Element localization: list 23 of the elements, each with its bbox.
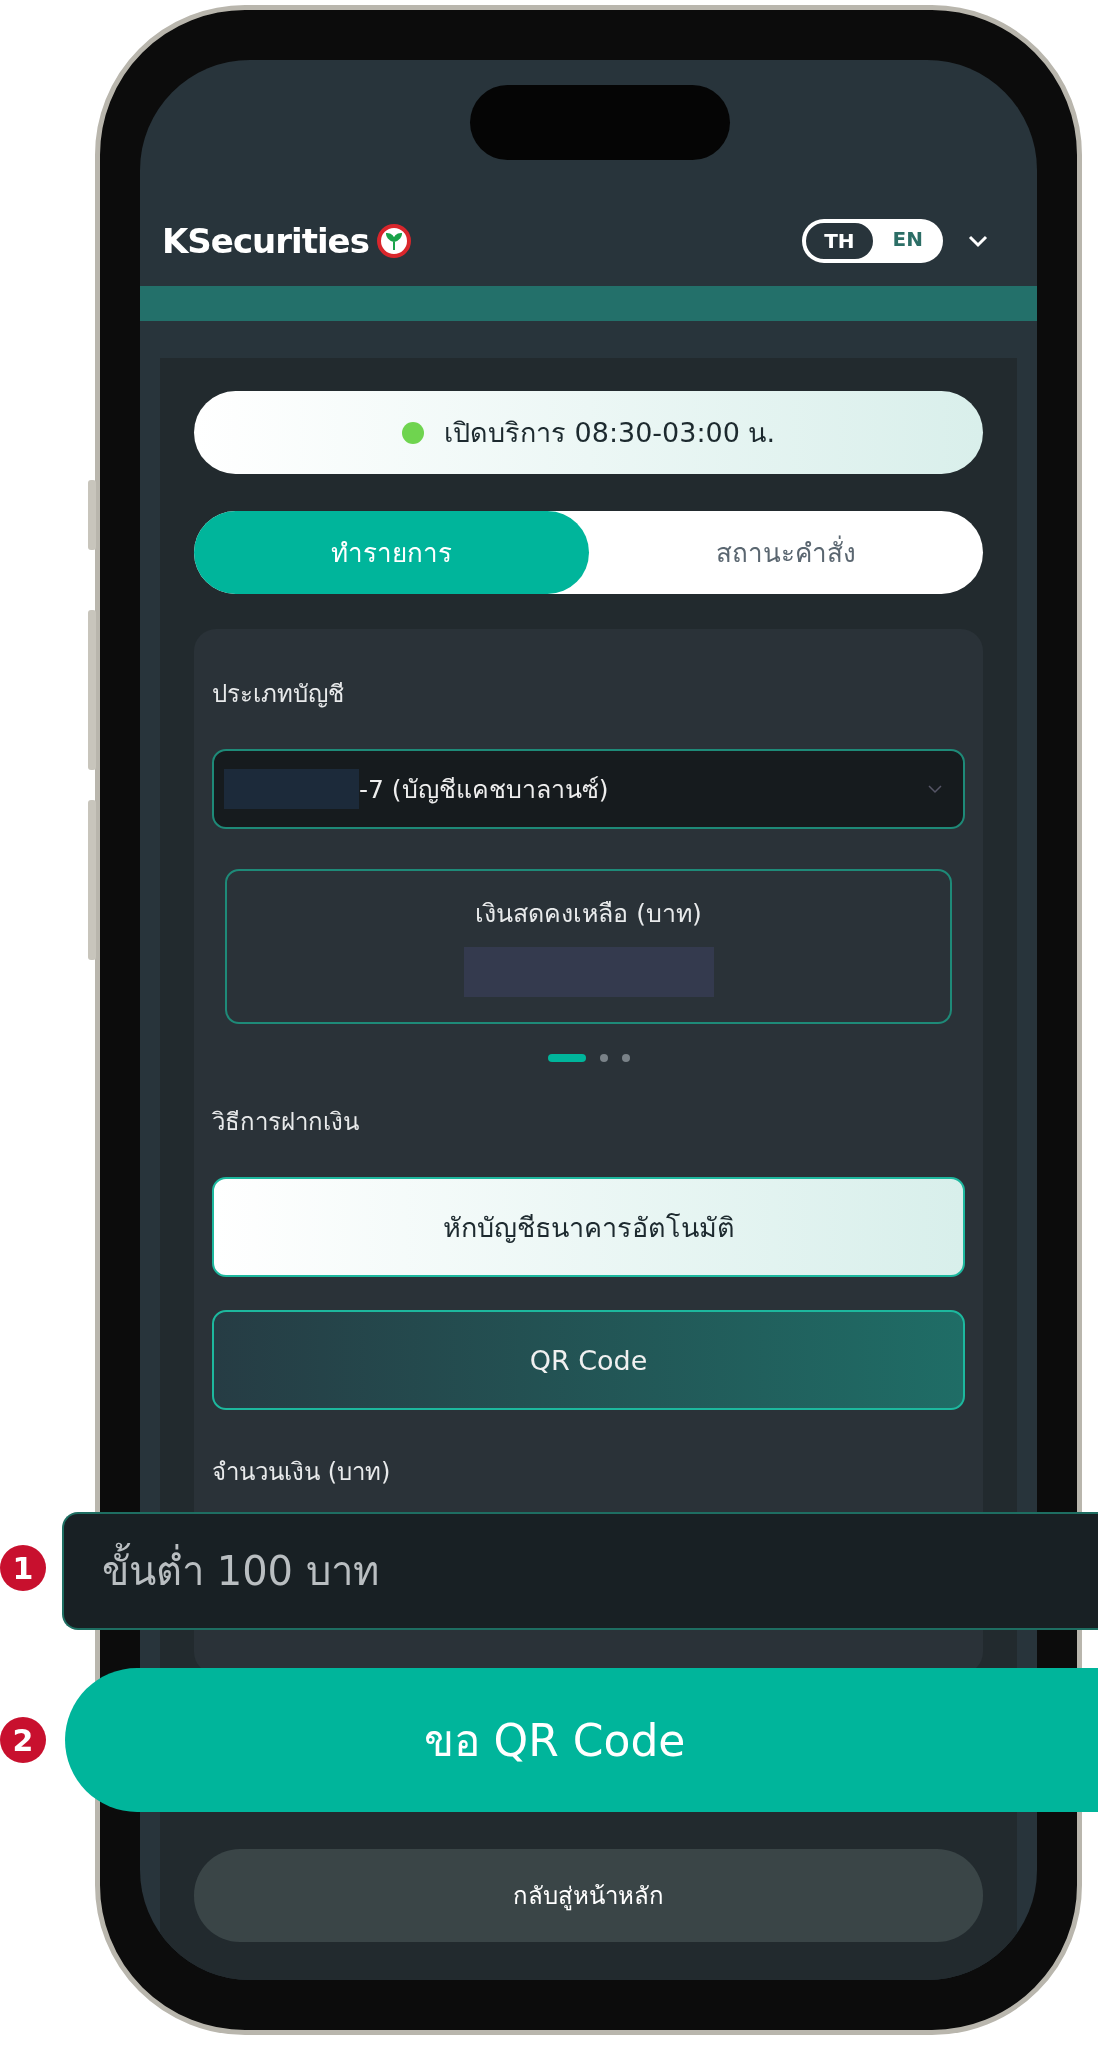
back-to-home-button[interactable]: กลับสู่หน้าหลัก [194, 1849, 983, 1942]
logo-text: KSecurities [162, 221, 369, 261]
callout-number: 1 [0, 1545, 46, 1591]
amount-label: จำนวนเงิน (บาท) [212, 1457, 392, 1484]
caret-icon [927, 784, 943, 794]
callout-number: 2 [0, 1717, 46, 1763]
carousel-dot[interactable] [599, 1054, 608, 1062]
sprout-logo-icon [376, 224, 411, 258]
service-hours-text: เปิดบริการ 08:30-03:00 น. [443, 416, 776, 450]
status-dot-icon [401, 421, 424, 444]
balance-label: เงินสดคงเหลือ (บาท) [475, 898, 702, 930]
language-option[interactable]: TH [804, 221, 875, 261]
deposit-method-option[interactable]: หักบัญชีธนาคารอัตโนมัติ [212, 1177, 965, 1277]
language-option[interactable]: EN [874, 221, 941, 261]
deposit-method-option[interactable]: QR Code [212, 1310, 965, 1410]
language-toggle[interactable]: TH EN [802, 219, 943, 263]
tab[interactable]: สถานะคำสั่ง [588, 511, 983, 594]
deposit-method-label: วิธีการฝากเงิน [212, 1107, 360, 1134]
account-type-label: ประเภทบัญชี [212, 679, 345, 706]
amount-input-field[interactable]: ขั้นต่ำ 100 บาท [62, 1512, 1098, 1630]
account-dropdown[interactable]: -7 (บัญชีแคชบาลานซ์) [212, 749, 965, 829]
carousel-dot[interactable] [621, 1054, 630, 1062]
chevron-down-icon[interactable] [967, 234, 989, 248]
